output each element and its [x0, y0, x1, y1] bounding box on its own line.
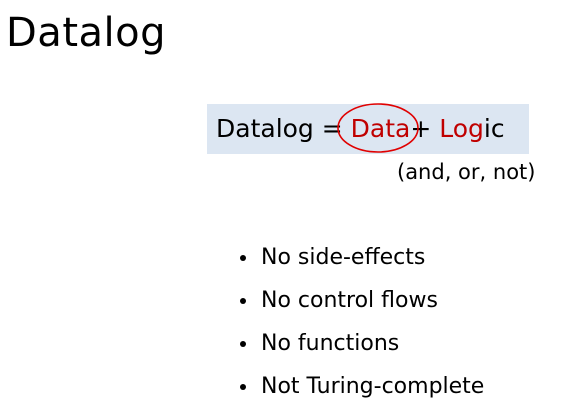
bullet-text: No side-effects: [261, 245, 426, 270]
equation-prefix: Datalog =: [216, 114, 351, 143]
equation-data-word: Data: [350, 114, 411, 143]
equation-note: (and, or, not): [397, 160, 536, 184]
bullet-list: No side-effects No control flows No func…: [237, 236, 484, 408]
bullet-text: Not Turing-complete: [261, 374, 485, 399]
bullet-dot-icon: [240, 255, 246, 261]
bullet-item: No functions: [237, 322, 484, 365]
bullet-text: No functions: [261, 331, 400, 356]
bullet-dot-icon: [240, 384, 246, 390]
bullet-item: Not Turing-complete: [237, 365, 484, 408]
bullet-dot-icon: [240, 298, 246, 304]
bullet-item: No side-effects: [237, 236, 484, 279]
equation-logic-rest: ic: [483, 114, 505, 143]
equation-logic-red: Log: [439, 114, 484, 143]
bullet-text: No control flows: [261, 288, 438, 313]
bullet-dot-icon: [240, 341, 246, 347]
equation-plus: +: [410, 114, 440, 143]
slide-title: Datalog: [6, 10, 166, 56]
bullet-item: No control flows: [237, 279, 484, 322]
equation: Datalog = Data+ Logic: [216, 112, 505, 146]
